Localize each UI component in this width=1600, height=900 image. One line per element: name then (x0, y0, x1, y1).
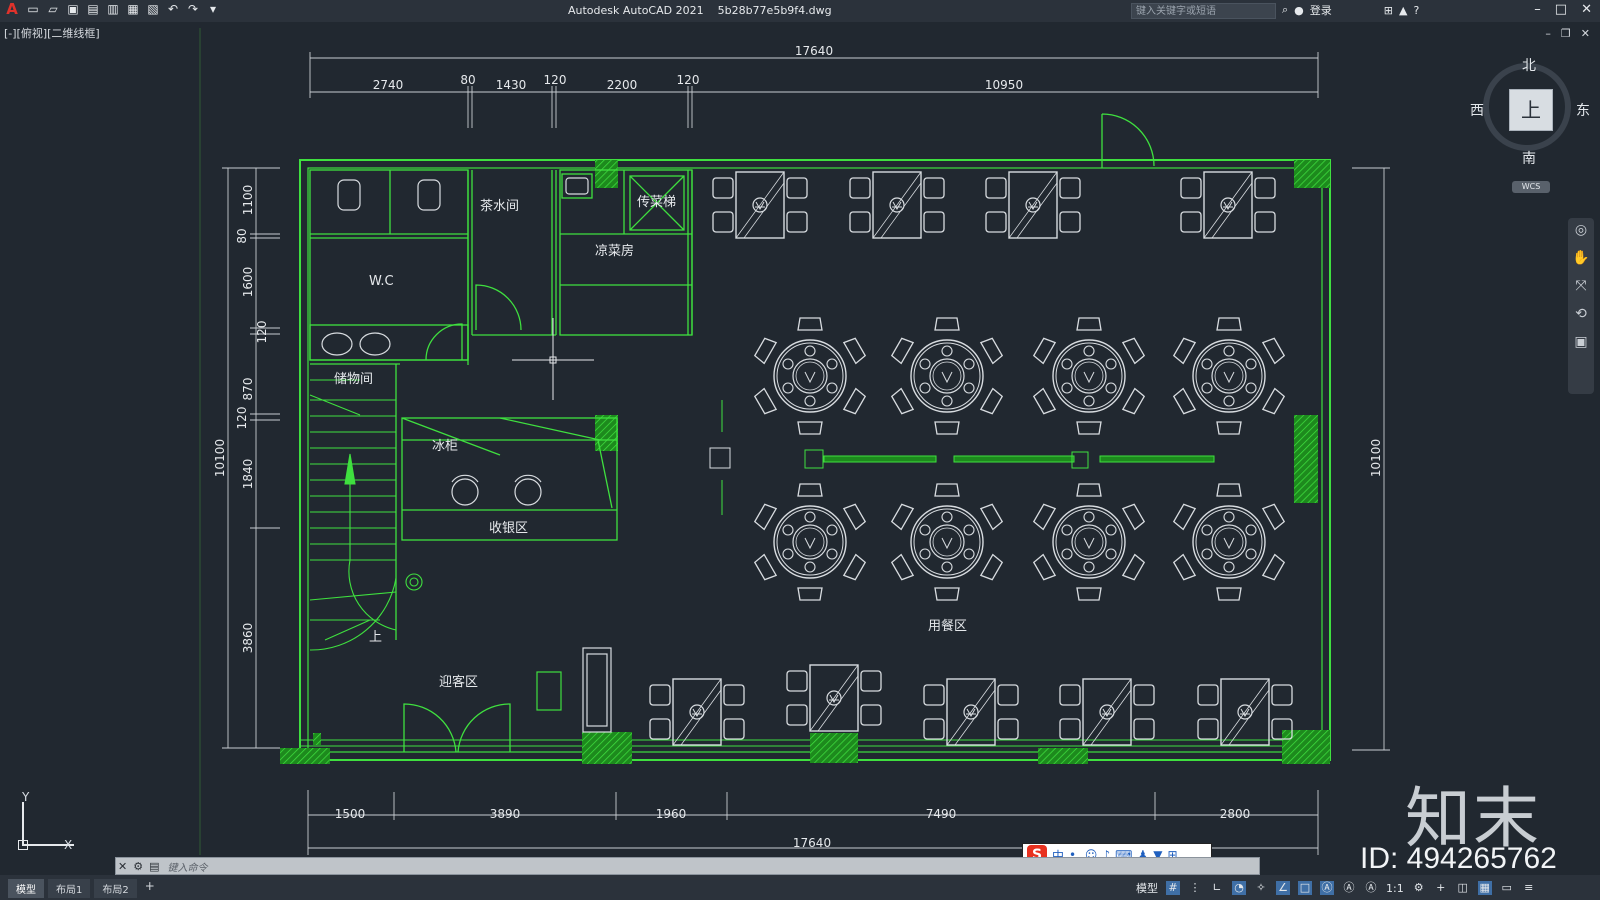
dim-left-3: 1600 (241, 267, 255, 298)
compass-north[interactable]: 北 (1522, 55, 1536, 75)
viewcube[interactable]: 上 北 南 西 东 WCS (1470, 55, 1592, 205)
status-bar: 模型 布局1 布局2 + 模型 # ⋮ ∟ ◔ ✧ ∠ □ Ⓐ Ⓐ Ⓐ 1:1 … (0, 875, 1600, 900)
dim-left-6: 120 (235, 407, 249, 430)
room-labels: 茶水间 传菜梯 凉菜房 W.C 储物间 冰柜 收银区 迎客区 用餐区 上 (334, 195, 967, 690)
screen-partitions (709, 400, 1215, 515)
watermark-id: ID: 494265762 (1360, 842, 1557, 875)
crosshair-cursor (512, 318, 594, 400)
wcs-menu[interactable]: WCS (1512, 181, 1550, 193)
dim-bottom-3: 1960 (656, 807, 687, 821)
annotation-visibility-icon[interactable]: Ⓐ (1320, 881, 1334, 895)
dim-top-6: 120 (677, 73, 700, 87)
annotation-monitor-icon[interactable]: + (1434, 881, 1448, 895)
snap-icon[interactable]: ⋮ (1188, 881, 1202, 895)
ucs-icon: Y X (14, 790, 84, 855)
dim-top-3: 1430 (496, 78, 527, 92)
compass-south[interactable]: 南 (1522, 148, 1536, 168)
isodraft-icon[interactable]: ✧ (1254, 881, 1268, 895)
tab-layout1[interactable]: 布局1 (48, 879, 91, 898)
zoom-extents-icon[interactable]: ⤧ (1568, 278, 1594, 302)
model-space-button[interactable]: 模型 (1136, 880, 1158, 896)
ortho-icon[interactable]: ∟ (1210, 881, 1224, 895)
annotation-scale-icon[interactable]: Ⓐ (1364, 881, 1378, 895)
dim-bottom-total: 17640 (793, 836, 831, 850)
pan-icon[interactable]: ✋ (1568, 250, 1594, 274)
label-storage: 储物间 (334, 372, 373, 387)
showmotion-icon[interactable]: ▣ (1568, 334, 1594, 358)
clean-screen-icon[interactable]: ▭ (1500, 881, 1514, 895)
dim-top-4: 120 (544, 73, 567, 87)
dim-bottom-1: 1500 (335, 807, 366, 821)
interior-walls (309, 169, 693, 640)
dim-bottom-5: 2800 (1220, 807, 1251, 821)
label-cashier: 收银区 (489, 521, 528, 536)
dim-left-1: 1100 (241, 185, 255, 216)
compass-east[interactable]: 东 (1576, 100, 1590, 120)
workspace-gear-icon[interactable]: ⚙ (1412, 881, 1426, 895)
ucs-x-label: X (64, 838, 73, 852)
reception-desk (536, 671, 562, 711)
label-fridge: 冰柜 (432, 439, 458, 454)
ucs-y-label: Y (22, 790, 30, 804)
dim-left-2: 80 (235, 228, 249, 243)
label-stair-up: 上 (369, 630, 382, 645)
dim-top-2: 80 (460, 73, 475, 87)
dim-top-7: 10950 (985, 78, 1023, 92)
dim-left-total: 10100 (213, 439, 227, 477)
dim-top-5: 2200 (607, 78, 638, 92)
scale-selector[interactable]: 1:1 (1386, 882, 1404, 895)
cmd-customize-icon[interactable]: ⚙ (133, 860, 143, 873)
grid-icon[interactable]: # (1166, 881, 1180, 895)
compass-west[interactable]: 西 (1470, 100, 1484, 120)
add-layout-icon[interactable]: + (141, 879, 159, 898)
tab-model[interactable]: 模型 (8, 879, 44, 898)
polar-icon[interactable]: ◔ (1232, 881, 1246, 895)
dim-bottom-2: 3890 (490, 807, 521, 821)
steering-wheel-icon[interactable]: ◎ (1568, 222, 1594, 246)
staircase (309, 379, 423, 651)
quick-properties-icon[interactable]: ▦ (1477, 881, 1492, 895)
drawing-canvas[interactable]: 17640 2740 80 1430 120 2200 120 10950 15… (0, 0, 1600, 900)
status-tools: 模型 # ⋮ ∟ ◔ ✧ ∠ □ Ⓐ Ⓐ Ⓐ 1:1 ⚙ + ◫ ▦ ▭ ≡ (1136, 880, 1536, 896)
navigation-bar: ◎ ✋ ⤧ ⟲ ▣ (1568, 218, 1594, 394)
label-dumbwaiter: 传菜梯 (637, 195, 676, 210)
label-tea-room: 茶水间 (480, 198, 519, 214)
dim-left-4: 120 (255, 321, 269, 344)
ucs-origin-box (18, 840, 28, 850)
dim-right-total: 10100 (1369, 439, 1383, 477)
customize-status-icon[interactable]: ≡ (1522, 881, 1536, 895)
viewcube-top-face[interactable]: 上 (1509, 89, 1553, 131)
label-reception: 迎客区 (439, 674, 478, 690)
label-cold-kitchen: 凉菜房 (595, 243, 634, 259)
fixtures (321, 177, 612, 733)
cmd-recent-icon[interactable]: ▤ (149, 860, 159, 873)
layout-tabs: 模型 布局1 布局2 + (8, 879, 159, 898)
command-input[interactable]: 键入命令 (168, 859, 208, 874)
dim-left-8: 3860 (241, 623, 255, 654)
dim-bottom-4: 7490 (926, 807, 957, 821)
label-wc: W.C (369, 274, 394, 289)
orbit-icon[interactable]: ⟲ (1568, 306, 1594, 330)
tab-layout2[interactable]: 布局2 (94, 879, 137, 898)
dim-left-5: 870 (241, 378, 255, 401)
units-icon[interactable]: ◫ (1456, 881, 1470, 895)
object-snap-tracking-icon[interactable]: ∠ (1276, 881, 1290, 895)
label-dining: 用餐区 (928, 618, 967, 634)
dim-top-1: 2740 (373, 78, 404, 92)
cmd-close-icon[interactable]: ✕ (118, 860, 127, 873)
command-line[interactable]: ✕ ⚙ ▤ 键入命令 (115, 857, 1260, 875)
auto-scale-icon[interactable]: Ⓐ (1342, 881, 1356, 895)
object-snap-icon[interactable]: □ (1298, 881, 1312, 895)
dimension-labels: 17640 2740 80 1430 120 2200 120 10950 15… (213, 44, 1383, 850)
dim-top-total: 17640 (795, 44, 833, 58)
dim-left-7: 1840 (241, 459, 255, 490)
